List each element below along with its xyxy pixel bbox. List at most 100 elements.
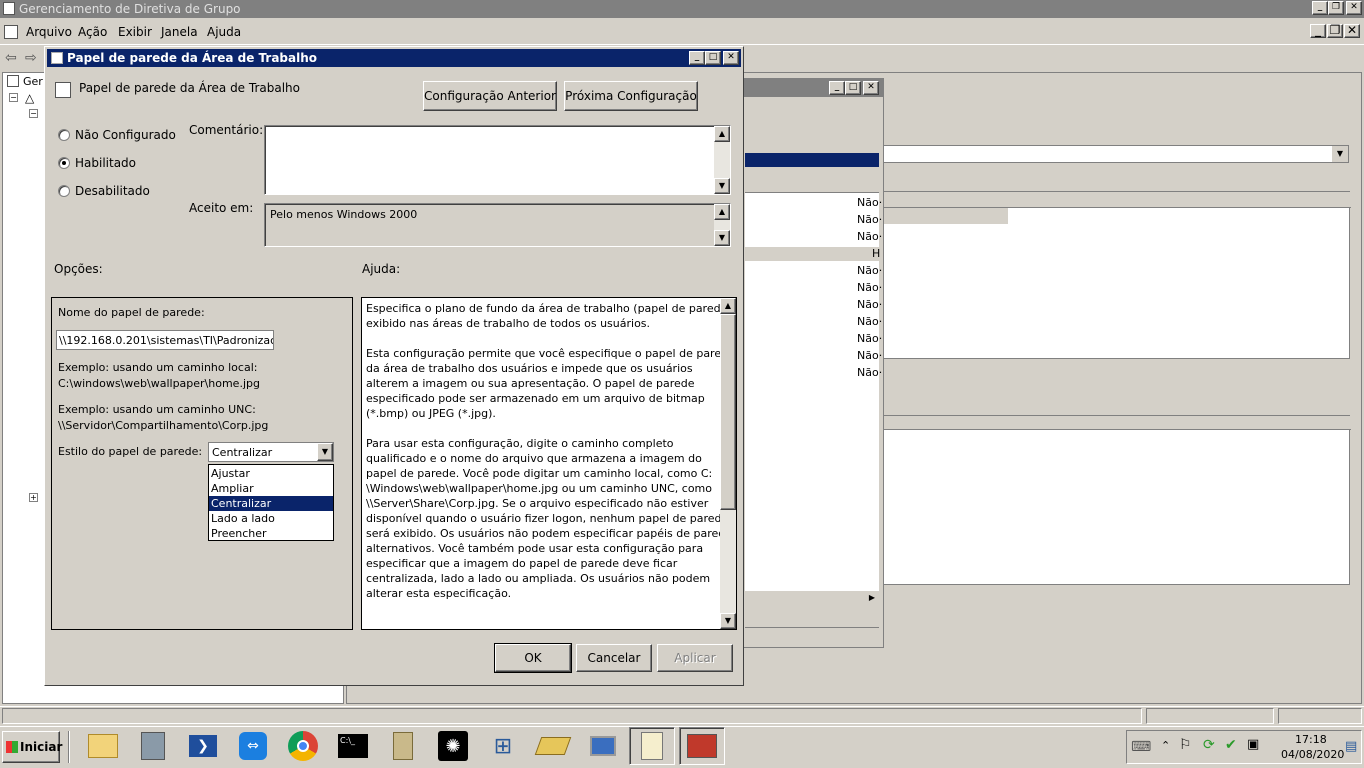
help-line: centralizada, lado a lado ou ampliada. O… — [366, 572, 711, 585]
notepad-icon[interactable] — [385, 729, 421, 763]
minimize-button[interactable]: _ — [1312, 1, 1328, 15]
vmware-icon[interactable]: ✺ — [435, 729, 471, 763]
remote-desktop-icon[interactable] — [585, 729, 621, 763]
list-item[interactable]: Não· — [857, 196, 882, 209]
tree-collapse-icon[interactable]: − — [9, 93, 18, 102]
menu-janela[interactable]: Janela — [161, 25, 198, 39]
style-option-preencher[interactable]: Preencher — [209, 526, 333, 541]
list-item[interactable]: Não· — [857, 349, 882, 362]
list-item[interactable]: Não· — [857, 281, 882, 294]
dialog-close-button[interactable]: ✕ — [723, 51, 739, 65]
powershell-icon[interactable]: ❯ — [185, 729, 221, 763]
style-option-lado-a-lado[interactable]: Lado a lado — [209, 511, 333, 526]
previous-setting-button[interactable]: Configuração Anterior — [423, 81, 557, 111]
enabled-radio[interactable] — [58, 157, 70, 169]
editor-maximize-button[interactable]: □ — [845, 81, 861, 95]
forward-arrow-icon[interactable]: ⇨ — [25, 50, 37, 66]
tools-icon[interactable] — [534, 729, 572, 763]
security-check-icon[interactable]: ✔ — [1225, 737, 1237, 753]
scroll-thumb[interactable] — [720, 314, 736, 510]
chevron-down-icon[interactable]: ▼ — [1332, 146, 1348, 162]
enabled-label[interactable]: Habilitado — [75, 156, 136, 170]
list-item[interactable]: H — [872, 247, 880, 260]
dialog-minimize-button[interactable]: _ — [689, 51, 705, 65]
supported-on-label: Aceito em: — [189, 201, 254, 215]
list-item[interactable]: Não· — [857, 230, 882, 243]
teamviewer-icon[interactable]: ⇔ — [235, 729, 271, 763]
list-item[interactable]: Não· — [857, 315, 882, 328]
disabled-radio[interactable] — [58, 185, 70, 197]
wallpaper-style-select[interactable]: Centralizar ▼ — [208, 442, 334, 462]
tree-root-label[interactable]: Gerenciamento de Diretiva de Grupo — [23, 75, 43, 88]
server-manager-icon[interactable] — [135, 729, 171, 763]
forest-icon: △ — [25, 91, 35, 105]
scroll-down-icon[interactable]: ▼ — [720, 613, 736, 629]
style-option-ampliar[interactable]: Ampliar — [209, 481, 333, 496]
gpmc-taskbar-icon[interactable] — [629, 727, 675, 765]
ok-button[interactable]: OK — [494, 643, 572, 673]
editor-close-button[interactable]: ✕ — [863, 81, 879, 95]
help-line: especificado pode ser armazenado em um a… — [366, 392, 705, 405]
gpo-editor-taskbar-icon[interactable] — [679, 727, 725, 765]
comment-textarea[interactable]: ▲ ▼ — [264, 125, 731, 195]
chevron-down-icon[interactable]: ▼ — [317, 443, 333, 461]
sync-icon[interactable]: ⟳ — [1203, 737, 1215, 753]
restore-button[interactable]: ❐ — [1328, 1, 1344, 15]
menu-exibir[interactable]: Exibir — [118, 25, 152, 39]
editor-hscroll[interactable]: ▶ — [745, 591, 879, 605]
next-setting-button[interactable]: Próxima Configuração — [564, 81, 698, 111]
list-item[interactable]: Não· — [857, 264, 882, 277]
folder-icon[interactable] — [85, 729, 121, 763]
command-prompt-icon[interactable]: C:\_ — [335, 729, 371, 763]
wallpaper-path-input[interactable] — [56, 330, 274, 350]
child-restore-button[interactable]: ❐ — [1327, 24, 1343, 38]
list-item[interactable]: Não· — [857, 332, 882, 345]
close-button[interactable]: ✕ — [1346, 1, 1362, 15]
tree-expand-icon[interactable]: + — [29, 493, 38, 502]
dialog-maximize-button[interactable]: □ — [705, 51, 721, 65]
supported-scrollbar[interactable]: ▲ ▼ — [714, 204, 730, 246]
editor-selected-row[interactable] — [745, 153, 879, 167]
tree-collapse-icon-2[interactable]: − — [29, 109, 38, 118]
cancel-button[interactable]: Cancelar — [576, 644, 652, 672]
style-option-ajustar[interactable]: Ajustar — [209, 466, 333, 481]
flag-icon[interactable]: ⚐ — [1179, 737, 1192, 753]
scroll-down-icon[interactable]: ▼ — [714, 230, 730, 246]
mmc-menu-icon[interactable] — [4, 25, 18, 39]
menu-arquivo[interactable]: Arquivo — [26, 25, 72, 39]
keyboard-icon[interactable]: ⌨ — [1131, 739, 1151, 755]
editor-minimize-button[interactable]: _ — [829, 81, 845, 95]
dialog-titlebar: Papel de parede da Área de Trabalho _ □ … — [47, 49, 741, 67]
child-close-button[interactable]: ✕ — [1344, 24, 1360, 38]
back-arrow-icon[interactable]: ⇦ — [5, 50, 17, 66]
child-minimize-button[interactable]: _ — [1310, 24, 1326, 38]
scroll-right-icon[interactable]: ▶ — [865, 591, 879, 605]
list-item[interactable]: Não· — [857, 213, 882, 226]
right-pane-dropdown[interactable]: ▼ — [883, 145, 1349, 163]
chrome-icon[interactable] — [285, 729, 321, 763]
list-item[interactable]: Não· — [857, 298, 882, 311]
scroll-up-icon[interactable]: ▲ — [714, 126, 730, 142]
not-configured-radio[interactable] — [58, 129, 70, 141]
clock-time[interactable]: 17:18 — [1295, 733, 1327, 746]
not-configured-label[interactable]: Não Configurado — [75, 128, 176, 142]
network-tray-icon[interactable]: ▣ — [1247, 737, 1259, 752]
list-item[interactable]: Não· — [857, 366, 882, 379]
scroll-up-icon[interactable]: ▲ — [720, 298, 736, 314]
style-option-centralizar[interactable]: Centralizar — [209, 496, 333, 511]
supported-on-value: Pelo menos Windows 2000 — [270, 208, 418, 221]
clock-date[interactable]: 04/08/2020 — [1281, 748, 1344, 761]
show-hidden-icons-icon[interactable]: ⌃ — [1161, 739, 1170, 752]
disabled-label[interactable]: Desabilitado — [75, 184, 150, 198]
show-desktop-icon[interactable]: ▤ — [1345, 739, 1357, 754]
help-scrollbar[interactable]: ▲ ▼ — [720, 298, 736, 629]
help-line: \\Server\Share\Corp.jpg. Se o arquivo es… — [366, 497, 709, 510]
scroll-down-icon[interactable]: ▼ — [714, 178, 730, 194]
menu-acao[interactable]: Ação — [78, 25, 107, 39]
menu-ajuda[interactable]: Ajuda — [207, 25, 241, 39]
apply-button[interactable]: Aplicar — [657, 644, 733, 672]
scroll-up-icon[interactable]: ▲ — [714, 204, 730, 220]
network-icon[interactable]: ⊞ — [485, 729, 521, 763]
start-button[interactable]: Iniciar — [2, 731, 62, 763]
comment-scrollbar[interactable]: ▲ ▼ — [714, 126, 730, 194]
